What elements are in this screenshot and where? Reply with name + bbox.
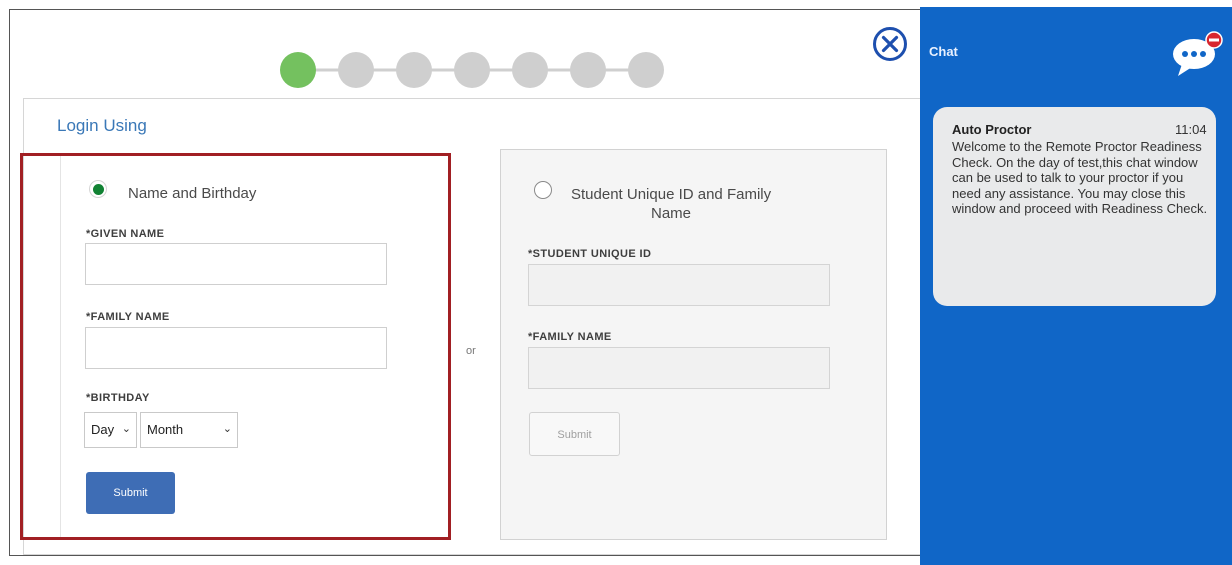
family-name-label-2: *FAMILY NAME [528, 331, 612, 343]
close-icon[interactable] [872, 26, 908, 62]
step-4 [454, 52, 490, 88]
name-birthday-label: Name and Birthday [128, 185, 257, 202]
student-id-option-box [500, 149, 887, 540]
birthday-label: *BIRTHDAY [86, 392, 150, 404]
day-select[interactable]: Day ⌄ [84, 412, 137, 448]
step-3 [396, 52, 432, 88]
step-5 [512, 52, 548, 88]
month-select[interactable]: Month ⌄ [140, 412, 238, 448]
chat-title: Chat [929, 44, 958, 59]
name-birthday-radio[interactable] [89, 180, 107, 198]
student-id-label-line2: Name [651, 205, 692, 222]
chat-bubble-icon[interactable] [1170, 30, 1226, 80]
chat-sender: Auto Proctor [952, 122, 1032, 137]
given-name-input[interactable] [85, 243, 387, 285]
chevron-down-icon: ⌄ [121, 423, 131, 435]
student-unique-id-label: *STUDENT UNIQUE ID [528, 248, 652, 260]
step-7 [628, 52, 664, 88]
given-name-label: *GIVEN NAME [86, 228, 165, 240]
month-select-value: Month [147, 422, 184, 437]
step-2 [338, 52, 374, 88]
student-unique-id-input[interactable] [528, 264, 830, 306]
login-title: Login Using [57, 116, 147, 135]
step-1 [280, 52, 316, 88]
or-separator: or [466, 345, 476, 357]
family-name-input-2[interactable] [528, 347, 830, 389]
divider [60, 156, 61, 537]
family-name-input[interactable] [85, 327, 387, 369]
day-select-value: Day [91, 422, 115, 437]
family-name-label: *FAMILY NAME [86, 311, 170, 323]
submit-button-disabled[interactable]: Submit [529, 412, 620, 456]
chat-time: 11:04 [1175, 122, 1207, 137]
submit-button[interactable]: Submit [86, 472, 175, 514]
student-id-radio[interactable] [534, 181, 552, 199]
step-progress [280, 52, 664, 88]
step-6 [570, 52, 606, 88]
student-id-label-line1: Student Unique ID and Family [571, 186, 772, 203]
chevron-down-icon: ⌄ [222, 423, 232, 435]
chat-message-text: Welcome to the Remote Proctor Readiness … [952, 139, 1208, 216]
